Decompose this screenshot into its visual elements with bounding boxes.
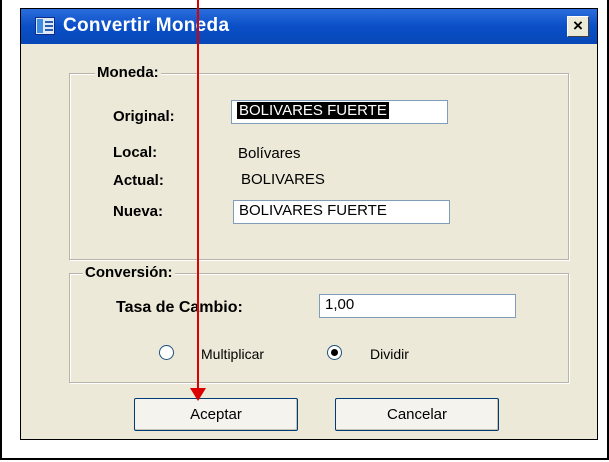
aceptar-button[interactable]: Aceptar [134,398,298,431]
annotation-arrow-line [197,0,199,392]
title-bar[interactable]: Convertir Moneda × [21,9,597,44]
original-field[interactable]: BOLIVARES FUERTE [231,100,448,124]
dividir-radio[interactable] [327,345,342,360]
cancelar-button[interactable]: Cancelar [335,398,499,431]
multiplicar-radio[interactable] [159,345,174,360]
original-label: Original: [113,108,175,125]
nueva-label: Nueva: [113,203,164,220]
multiplicar-label[interactable]: Multiplicar [201,346,264,362]
actual-label: Actual: [113,172,164,189]
moneda-legend: Moneda: [95,64,161,81]
original-value: BOLIVARES FUERTE [237,102,389,119]
local-label: Local: [113,144,158,161]
tasa-label: Tasa de Cambio: [116,299,243,316]
nueva-field[interactable]: BOLIVARES FUERTE [233,200,450,224]
conversion-legend: Conversión: [83,264,175,281]
convertir-moneda-dialog: Convertir Moneda × Moneda: Original: BOL… [20,8,598,440]
dividir-label[interactable]: Dividir [370,346,409,362]
window-title: Convertir Moneda [63,15,230,36]
conversion-group [69,273,569,383]
radio-selected-dot [331,349,338,356]
form-window-icon [35,17,55,35]
local-value: Bolívares [238,145,301,162]
annotation-arrow-head-icon [190,388,206,401]
actual-value: BOLIVARES [241,171,325,188]
close-icon[interactable]: × [567,16,589,37]
tasa-field[interactable]: 1,00 [319,294,516,318]
